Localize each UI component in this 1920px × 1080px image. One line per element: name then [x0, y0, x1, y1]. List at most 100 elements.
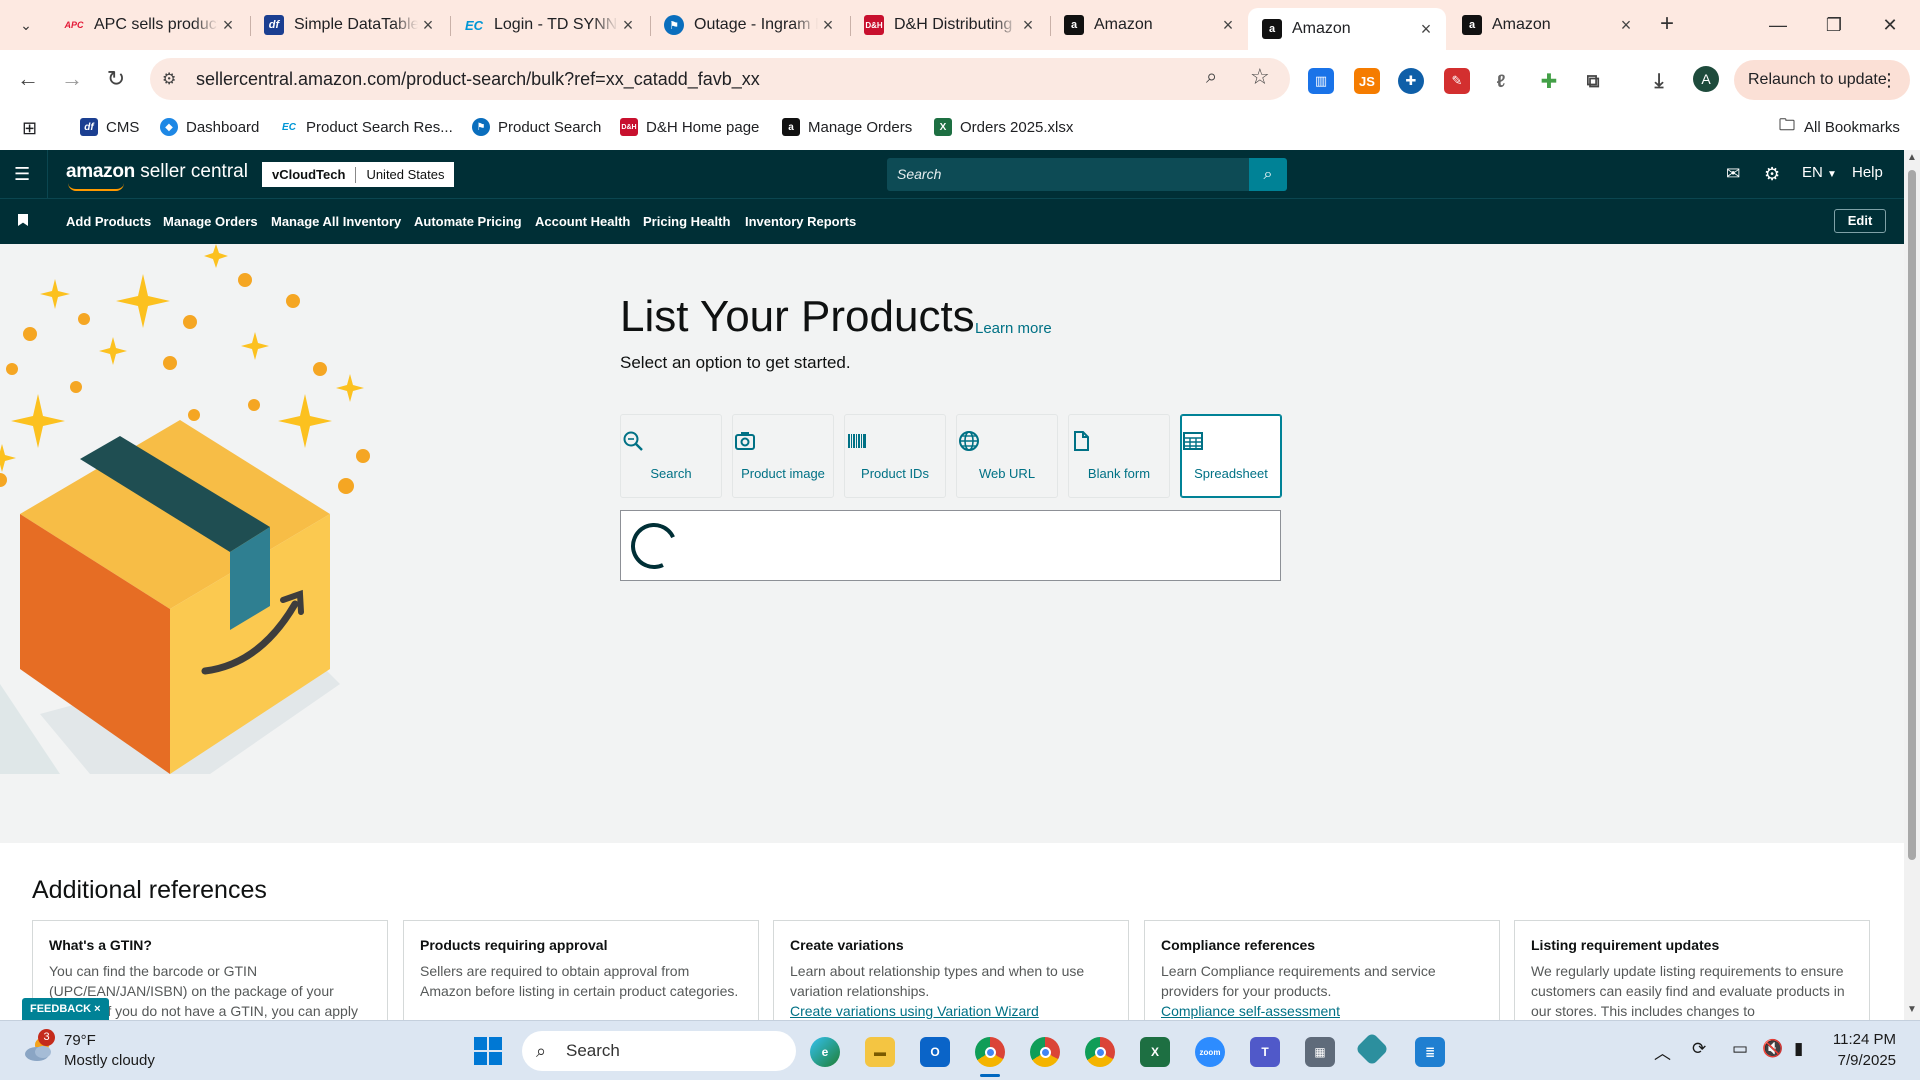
new-tab-plus-icon[interactable]: +: [1652, 10, 1682, 40]
site-info-icon[interactable]: ⚙: [162, 69, 182, 89]
chrome-icon[interactable]: [975, 1037, 1005, 1067]
teams-icon[interactable]: T: [1250, 1037, 1280, 1067]
file-explorer-icon[interactable]: ▬: [865, 1037, 895, 1067]
extension-pdf-icon[interactable]: ✎: [1444, 68, 1470, 94]
download-icon[interactable]: ⤓: [1646, 68, 1672, 94]
nav-account-health[interactable]: Account Health: [535, 214, 630, 229]
tab-search-chevron-icon[interactable]: ⌄: [10, 9, 42, 41]
bookmark-flag-icon[interactable]: [18, 214, 28, 226]
bookmark-cms[interactable]: df CMS: [80, 118, 139, 136]
nav-pricing-health[interactable]: Pricing Health: [643, 214, 730, 229]
app-diamond-icon[interactable]: [1355, 1032, 1389, 1066]
browser-tab[interactable]: a Amazon ×: [1448, 8, 1646, 42]
option-search[interactable]: Search: [620, 414, 722, 498]
page-scrollbar[interactable]: ▲ ▼: [1904, 150, 1920, 1020]
zoom-icon[interactable]: zoom: [1195, 1037, 1225, 1067]
extension-globe-icon[interactable]: ✚: [1398, 68, 1424, 94]
help-link[interactable]: Help: [1852, 164, 1883, 181]
browser-tab[interactable]: df Simple DataTables ×: [250, 8, 448, 42]
scroll-up-arrow-icon[interactable]: ▲: [1907, 152, 1917, 163]
search-button[interactable]: ⌕: [1249, 158, 1287, 191]
hamburger-menu-icon[interactable]: ☰: [14, 164, 34, 184]
compliance-self-assessment-link[interactable]: Compliance self-assessment: [1161, 1003, 1483, 1019]
scroll-down-arrow-icon[interactable]: ▼: [1907, 1004, 1917, 1015]
sync-icon[interactable]: ⟳: [1692, 1039, 1706, 1059]
bookmark-product-search-results[interactable]: EC Product Search Res...: [280, 118, 453, 136]
chrome-profile-icon[interactable]: [1085, 1037, 1115, 1067]
taskbar-search-input[interactable]: ⌕ Search: [522, 1031, 796, 1071]
volume-muted-icon[interactable]: 🔇: [1762, 1039, 1783, 1059]
bookmark-manage-orders[interactable]: a Manage Orders: [782, 118, 912, 136]
tab-close-icon[interactable]: ×: [1018, 15, 1038, 36]
edit-nav-button[interactable]: Edit: [1834, 209, 1886, 233]
browser-tab[interactable]: a Amazon ×: [1050, 8, 1248, 42]
all-bookmarks[interactable]: 🗀 All Bookmarks: [1778, 117, 1900, 136]
learn-more-link[interactable]: Learn more: [975, 320, 1052, 337]
address-bar[interactable]: ⚙ sellercentral.amazon.com/product-searc…: [150, 58, 1290, 100]
reload-icon[interactable]: ↻: [100, 63, 132, 95]
calculator-icon[interactable]: ▦: [1305, 1037, 1335, 1067]
apps-grid-icon[interactable]: ⊞: [22, 118, 37, 139]
tab-close-icon[interactable]: ×: [1416, 19, 1436, 40]
edge-browser-icon[interactable]: e: [810, 1037, 840, 1067]
weather-temperature[interactable]: 79°F: [64, 1032, 96, 1049]
minimize-icon[interactable]: —: [1758, 10, 1798, 40]
extension-feather-icon[interactable]: ℓ: [1488, 68, 1514, 94]
relaunch-to-update-button[interactable]: Relaunch to update ⋮: [1734, 60, 1910, 100]
extension-plus-icon[interactable]: ✚: [1536, 68, 1562, 94]
option-blank-form[interactable]: Blank form: [1068, 414, 1170, 498]
bookmark-dh-home[interactable]: D&H D&H Home page: [620, 118, 759, 136]
account-switcher[interactable]: vCloudTech United States: [262, 162, 455, 187]
weather-condition[interactable]: Mostly cloudy: [64, 1052, 155, 1069]
extensions-puzzle-icon[interactable]: ⧉: [1580, 68, 1606, 94]
browser-tab[interactable]: EC Login - TD SYNNEX ×: [450, 8, 648, 42]
mail-icon[interactable]: ✉: [1726, 164, 1740, 184]
option-product-image[interactable]: Product image: [732, 414, 834, 498]
restore-icon[interactable]: ❐: [1814, 10, 1854, 40]
tab-close-icon[interactable]: ×: [418, 15, 438, 36]
browser-tab[interactable]: APC APC sells products ×: [50, 8, 248, 42]
notepad-icon[interactable]: ≣: [1415, 1037, 1445, 1067]
option-spreadsheet[interactable]: Spreadsheet: [1180, 414, 1282, 498]
close-window-icon[interactable]: ✕: [1870, 10, 1910, 40]
windows-start-icon[interactable]: [474, 1037, 502, 1065]
tab-close-icon[interactable]: ×: [1616, 15, 1636, 36]
tray-chevron-up-icon[interactable]: ︿: [1654, 1039, 1671, 1064]
battery-icon[interactable]: ▮: [1794, 1039, 1803, 1059]
language-selector[interactable]: EN ▼: [1802, 164, 1837, 181]
browser-tab-active[interactable]: a Amazon ×: [1248, 8, 1446, 50]
tab-close-icon[interactable]: ×: [818, 15, 838, 36]
outlook-icon[interactable]: O: [920, 1037, 950, 1067]
forward-arrow-icon[interactable]: →: [56, 63, 88, 95]
option-product-ids[interactable]: Product IDs: [844, 414, 946, 498]
kebab-menu-icon[interactable]: ⋮: [1880, 60, 1898, 100]
clock-time[interactable]: 11:24 PM: [1832, 1031, 1896, 1048]
nav-manage-all-inventory[interactable]: Manage All Inventory: [271, 214, 401, 229]
chrome-profile-icon[interactable]: [1030, 1037, 1060, 1067]
browser-tab[interactable]: D&H D&H Distributing ×: [850, 8, 1048, 42]
variation-wizard-link[interactable]: Create variations using Variation Wizard: [790, 1003, 1112, 1019]
tab-close-icon[interactable]: ×: [218, 15, 238, 36]
extension-js-icon[interactable]: JS: [1354, 68, 1380, 94]
bookmark-product-search[interactable]: ⚑ Product Search: [472, 118, 601, 136]
nav-add-products[interactable]: Add Products: [66, 214, 151, 229]
settings-gear-icon[interactable]: ⚙: [1764, 164, 1780, 185]
bookmark-star-icon[interactable]: ☆: [1250, 64, 1270, 90]
network-icon[interactable]: ▭: [1732, 1039, 1748, 1059]
tab-close-icon[interactable]: ×: [1218, 15, 1238, 36]
feedback-button[interactable]: FEEDBACK ×: [22, 998, 109, 1020]
option-web-url[interactable]: Web URL: [956, 414, 1058, 498]
extension-chart-icon[interactable]: ▥: [1308, 68, 1334, 94]
nav-inventory-reports[interactable]: Inventory Reports: [745, 214, 856, 229]
browser-tab[interactable]: ⚑ Outage - Ingram Micro ×: [650, 8, 848, 42]
scroll-thumb[interactable]: [1908, 170, 1916, 860]
zoom-magnifier-icon[interactable]: ⌕: [1206, 66, 1217, 89]
tab-close-icon[interactable]: ×: [618, 15, 638, 36]
profile-avatar[interactable]: A: [1693, 66, 1719, 92]
nav-manage-orders[interactable]: Manage Orders: [163, 214, 258, 229]
clock-date[interactable]: 7/9/2025: [1832, 1052, 1896, 1069]
excel-icon[interactable]: X: [1140, 1037, 1170, 1067]
seller-central-search-input[interactable]: Search: [887, 158, 1249, 191]
bookmark-dashboard[interactable]: ◆ Dashboard: [160, 118, 259, 136]
back-arrow-icon[interactable]: ←: [12, 63, 44, 95]
